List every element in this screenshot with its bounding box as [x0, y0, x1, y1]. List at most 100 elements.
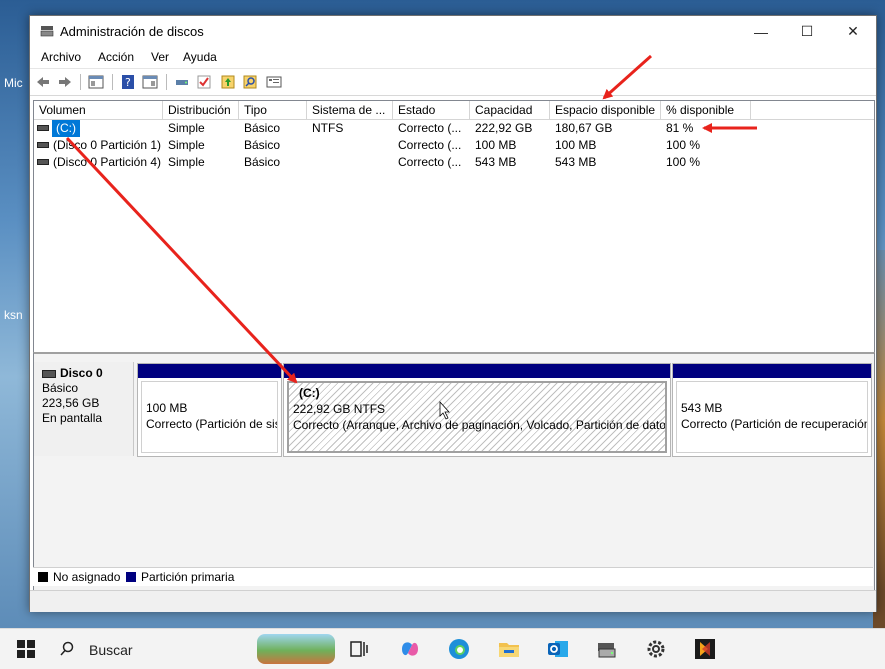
- volume-percent-free: 81 %: [666, 121, 694, 135]
- volume-layout: Simple: [168, 138, 205, 152]
- partition-recovery[interactable]: 543 MB Correcto (Partición de recuperaci…: [672, 363, 872, 457]
- drive-icon: [37, 142, 49, 148]
- partition-primary-bar: [673, 364, 871, 378]
- disk-info[interactable]: Disco 0 Básico 223,56 GB En pantalla: [34, 362, 134, 456]
- column-header-free-space[interactable]: Espacio disponible: [550, 101, 661, 119]
- help-icon[interactable]: ?: [120, 74, 136, 90]
- console-icon[interactable]: [88, 74, 104, 90]
- volume-status: Correcto (...: [398, 121, 462, 135]
- menu-ver[interactable]: Ver: [151, 50, 169, 64]
- app-icon[interactable]: [693, 637, 717, 661]
- volume-layout: Simple: [168, 155, 205, 169]
- legend: No asignado Partición primaria: [33, 567, 873, 586]
- table-row[interactable]: (Disco 0 Partición 4) Simple Básico Corr…: [34, 154, 874, 171]
- partition-size: 100 MB: [146, 401, 188, 415]
- toolbar: ?: [30, 68, 876, 96]
- disk-name: Disco 0: [60, 366, 103, 380]
- search-highlight-image: [257, 634, 335, 664]
- settings-icon[interactable]: [644, 637, 668, 661]
- check-icon[interactable]: [196, 74, 212, 90]
- forward-icon[interactable]: [57, 74, 73, 90]
- svg-text:?: ?: [125, 76, 131, 89]
- import-icon[interactable]: [220, 74, 236, 90]
- column-header-volume[interactable]: Volumen: [34, 101, 163, 119]
- volume-percent-free: 100 %: [666, 155, 701, 169]
- close-button[interactable]: ✕: [830, 16, 876, 47]
- partition-status: Correcto (Partición de sistema EFI): [146, 417, 277, 431]
- copilot-icon[interactable]: [398, 637, 422, 661]
- drive-icon: [37, 125, 49, 131]
- volume-type: Básico: [244, 121, 281, 135]
- drive-icon: [42, 369, 56, 378]
- column-header-capacity[interactable]: Capacidad: [470, 101, 550, 119]
- disk-management-icon: [40, 26, 54, 37]
- table-row[interactable]: (C:) Simple Básico NTFS Correcto (... 22…: [34, 120, 874, 137]
- legend-label: No asignado: [53, 570, 121, 584]
- legend-swatch-unallocated: [38, 572, 48, 582]
- volume-status: Correcto (...: [398, 138, 462, 152]
- search-icon[interactable]: [242, 74, 258, 90]
- partition-primary-bar: [138, 364, 281, 378]
- disk-size: 223,56 GB: [42, 396, 100, 410]
- partition-efi[interactable]: 100 MB Correcto (Partición de sistema EF…: [137, 363, 282, 457]
- volume-layout: Simple: [168, 121, 205, 135]
- task-view-icon[interactable]: [347, 637, 371, 661]
- back-icon[interactable]: [35, 74, 51, 90]
- column-header-filesystem[interactable]: Sistema de ...: [307, 101, 393, 119]
- outlook-icon[interactable]: [546, 637, 570, 661]
- partition-size: 543 MB: [681, 401, 723, 415]
- partition-status: Correcto (Partición de recuperación): [681, 417, 868, 431]
- volume-type: Básico: [244, 155, 281, 169]
- windows-start-icon[interactable]: [14, 637, 38, 661]
- maximize-button[interactable]: ☐: [784, 16, 830, 47]
- disk-state: En pantalla: [42, 411, 103, 425]
- desktop-icon-label[interactable]: Mic: [4, 76, 23, 90]
- volume-capacity: 100 MB: [475, 138, 517, 152]
- table-row[interactable]: (Disco 0 Partición 1) Simple Básico Corr…: [34, 137, 874, 154]
- column-header-percent-free[interactable]: % disponible: [661, 101, 751, 119]
- desktop-icon-label[interactable]: ksn: [4, 308, 23, 322]
- volume-capacity: 222,92 GB: [475, 121, 533, 135]
- disk-type: Básico: [42, 381, 79, 395]
- legend-swatch-primary: [126, 572, 136, 582]
- search-icon: [60, 641, 74, 656]
- search-box[interactable]: Buscar: [47, 633, 335, 665]
- volume-list[interactable]: Volumen Distribución Tipo Sistema de ...…: [33, 100, 875, 354]
- taskbar: Buscar: [0, 628, 885, 669]
- volume-filesystem: NTFS: [312, 121, 344, 135]
- edge-icon[interactable]: [447, 637, 471, 661]
- toolbar-separator: [112, 74, 113, 90]
- status-bar: [30, 590, 876, 612]
- volume-type: Básico: [244, 138, 281, 152]
- menu-ayuda[interactable]: Ayuda: [183, 50, 217, 64]
- volume-free-space: 100 MB: [555, 138, 597, 152]
- disk-map: Disco 0 Básico 223,56 GB En pantalla 100…: [33, 352, 875, 591]
- volume-name: (C:): [52, 120, 80, 137]
- menu-accion[interactable]: Acción: [98, 50, 134, 64]
- legend-label: Partición primaria: [141, 570, 235, 584]
- disk-management-icon[interactable]: [595, 637, 619, 661]
- column-header-layout[interactable]: Distribución: [163, 101, 239, 119]
- partition-status: Correcto (Arranque, Archivo de paginació…: [293, 418, 666, 432]
- column-header-status[interactable]: Estado: [393, 101, 470, 119]
- list-icon[interactable]: [266, 74, 282, 90]
- volume-status: Correcto (...: [398, 155, 462, 169]
- menu-archivo[interactable]: Archivo: [41, 50, 81, 64]
- disk-management-window: Administración de discos — ☐ ✕ Archivo A…: [29, 15, 877, 612]
- minimize-button[interactable]: —: [738, 16, 784, 47]
- volume-name: (Disco 0 Partición 1): [53, 138, 162, 152]
- properties-icon[interactable]: [142, 74, 158, 90]
- volume-free-space: 180,67 GB: [555, 121, 613, 135]
- column-header-type[interactable]: Tipo: [239, 101, 307, 119]
- toolbar-separator: [80, 74, 81, 90]
- toolbar-separator: [166, 74, 167, 90]
- connect-icon[interactable]: [174, 74, 190, 90]
- menu-bar: Archivo Acción Ver Ayuda: [30, 47, 876, 67]
- partition-c[interactable]: (C:) 222,92 GB NTFS Correcto (Arranque, …: [283, 363, 671, 457]
- window-title: Administración de discos: [60, 24, 204, 39]
- volume-free-space: 543 MB: [555, 155, 597, 169]
- title-bar[interactable]: Administración de discos — ☐ ✕: [30, 16, 876, 47]
- partition-primary-bar: [284, 364, 670, 378]
- volume-list-header: Volumen Distribución Tipo Sistema de ...…: [34, 101, 874, 120]
- file-explorer-icon[interactable]: [497, 637, 521, 661]
